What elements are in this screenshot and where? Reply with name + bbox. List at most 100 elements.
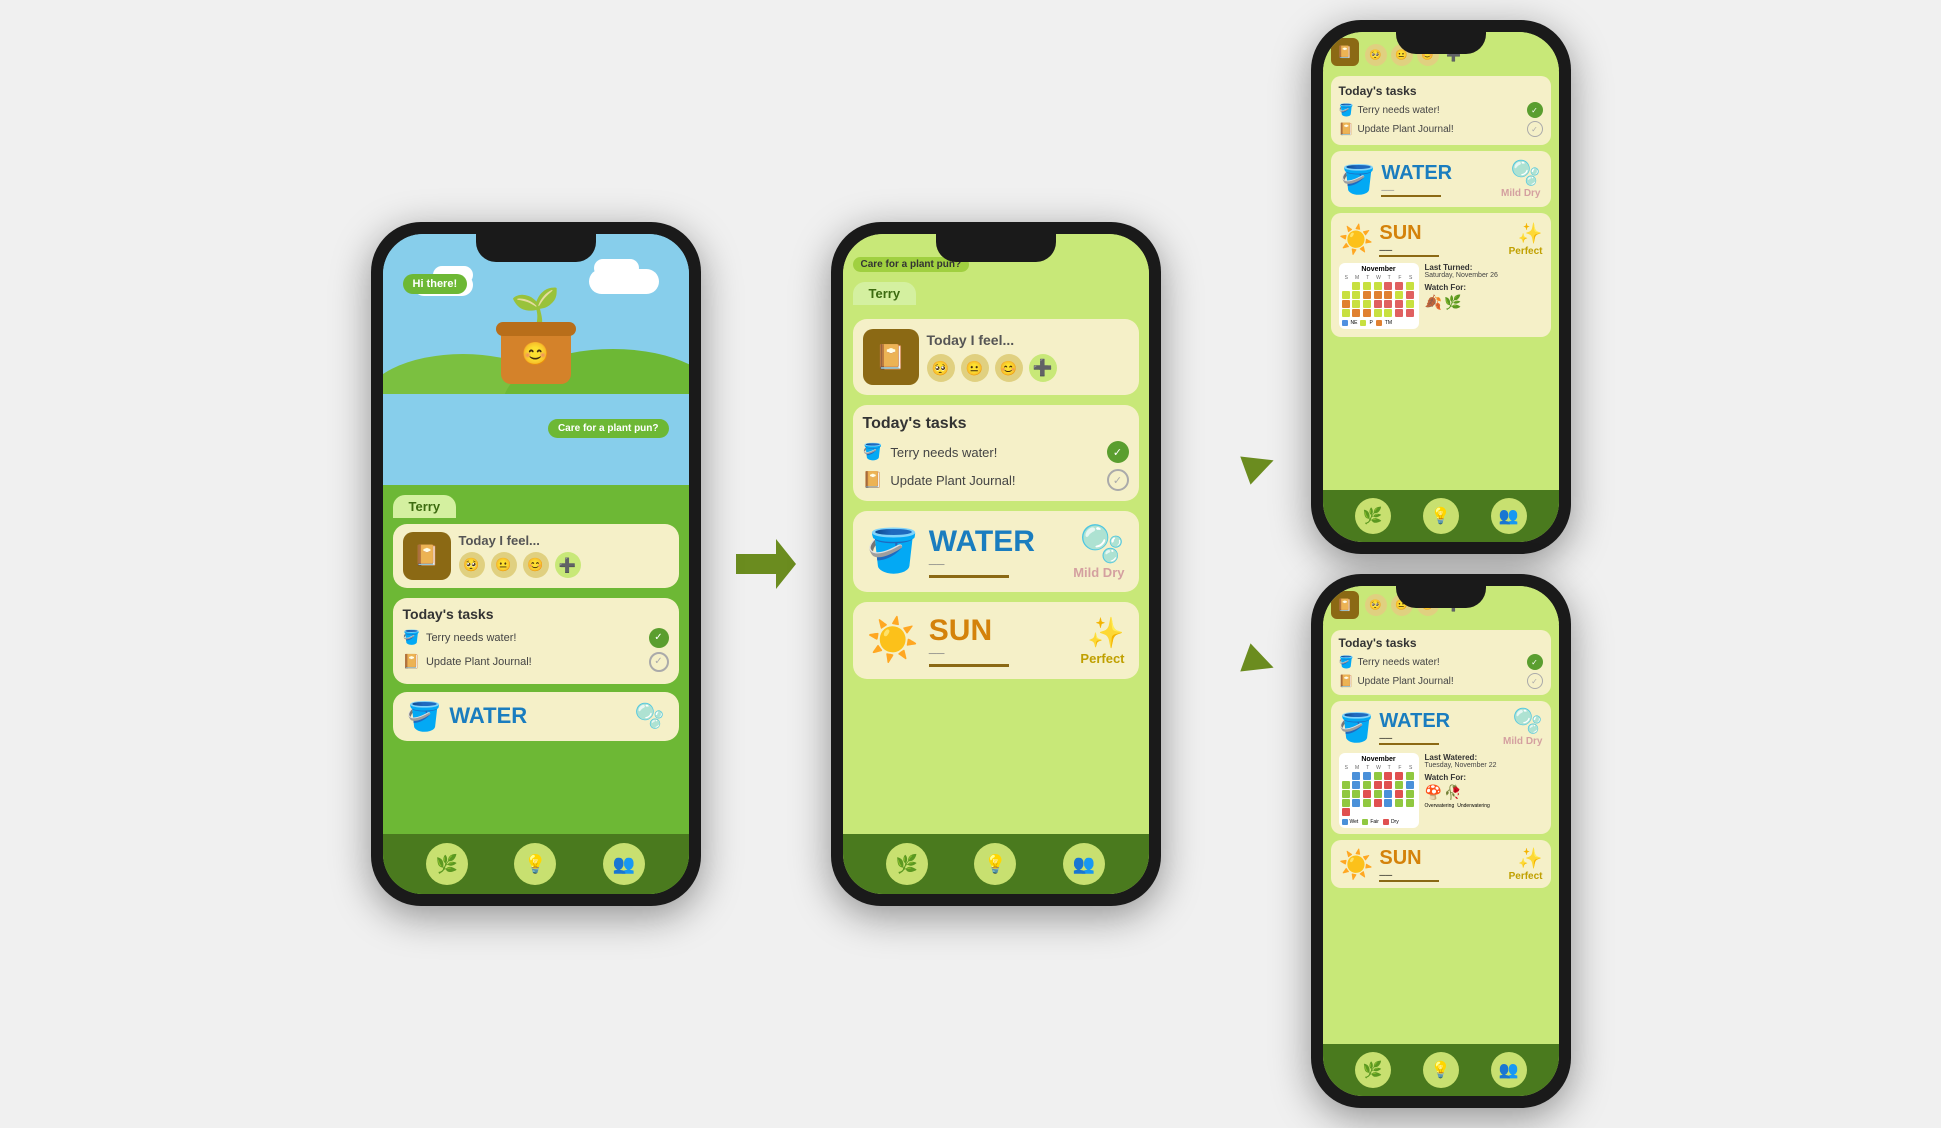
cal-c16 bbox=[1363, 300, 1371, 308]
mood-p2-1[interactable]: 🥺 bbox=[927, 354, 955, 382]
wcal-c16 bbox=[1363, 790, 1371, 798]
sun-header-p3: ☀️ SUN ── ✨ Perfect bbox=[1339, 221, 1543, 257]
nav-leaf-p4[interactable]: 🌿 bbox=[1355, 1052, 1391, 1088]
add-mood-p2[interactable]: ➕ bbox=[1029, 354, 1057, 382]
wcal-c25 bbox=[1384, 799, 1392, 807]
bottom-nav-2: 🌿 💡 👥 bbox=[843, 834, 1149, 894]
watering-can-icon: 🪣 bbox=[407, 700, 442, 733]
cal-c15 bbox=[1352, 300, 1360, 308]
water-right-p2: 🫧 Mild Dry bbox=[1073, 523, 1124, 580]
task1-p3[interactable]: 🪣 Terry needs water! ✓ bbox=[1339, 102, 1543, 118]
sun-right-p2: ✨ Perfect bbox=[1080, 616, 1124, 666]
task1-check-p2[interactable]: ✓ bbox=[1107, 441, 1129, 463]
water-card-p3[interactable]: 🪣 WATER ── 🫧 Mild Dry bbox=[1331, 151, 1551, 207]
water-cal-grid-p4: S M T W T F S bbox=[1342, 765, 1416, 816]
phone-3: 📔 🥺 😐 😊 ➕ Today's tasks bbox=[1311, 20, 1571, 554]
legend-p bbox=[1360, 320, 1366, 326]
nav-tip-p4[interactable]: 💡 bbox=[1423, 1052, 1459, 1088]
water-label: WATER bbox=[449, 703, 527, 729]
feel-card[interactable]: 📔 Today I feel... 🥺 😐 😊 ➕ bbox=[393, 524, 679, 588]
task2-check-p2[interactable]: ✓ bbox=[1107, 469, 1129, 491]
legend-wet-text: Wet bbox=[1350, 819, 1359, 825]
water-partial[interactable]: 🪣 WATER 🫧 bbox=[393, 692, 679, 741]
mood-ok[interactable]: 😐 bbox=[491, 552, 517, 578]
task-item-2[interactable]: 📔 Update Plant Journal! ✓ bbox=[403, 652, 669, 672]
task2-check-p4[interactable]: ✓ bbox=[1527, 673, 1543, 689]
task2-check-p3[interactable]: ✓ bbox=[1527, 121, 1543, 137]
mood-p4-1[interactable]: 🥺 bbox=[1365, 594, 1387, 616]
bottom-nav-3: 🌿 💡 👥 bbox=[1323, 490, 1559, 542]
feel-text: Today I feel... bbox=[459, 533, 581, 548]
add-mood[interactable]: ➕ bbox=[555, 552, 581, 578]
cal-c24 bbox=[1374, 309, 1382, 317]
sun-card-p2[interactable]: ☀️ SUN ── ✨ Perfect bbox=[853, 602, 1139, 679]
pot-rim bbox=[496, 322, 576, 336]
task2-check[interactable]: ✓ bbox=[649, 652, 669, 672]
sun-info-container-p3: SUN ── bbox=[1379, 222, 1502, 257]
watch-icon-2: 🌿 bbox=[1444, 294, 1461, 311]
overwater-icon: 🍄 bbox=[1425, 784, 1442, 801]
task1-p4[interactable]: 🪣 Terry needs water! ✓ bbox=[1339, 654, 1543, 670]
legend-fair-text: Fair bbox=[1370, 819, 1379, 825]
nav-leaf-p2[interactable]: 🌿 bbox=[886, 843, 928, 885]
task2-p4[interactable]: 📔 Update Plant Journal! ✓ bbox=[1339, 673, 1543, 689]
watering-can-p3: 🪣 bbox=[1341, 163, 1376, 196]
cal-c25 bbox=[1384, 309, 1392, 317]
nav-leaf[interactable]: 🌿 bbox=[426, 843, 468, 885]
nav-tip-p3[interactable]: 💡 bbox=[1423, 498, 1459, 534]
nav-community[interactable]: 👥 bbox=[603, 843, 645, 885]
sun-icon-p2: ☀️ bbox=[867, 616, 919, 665]
water-cal-section-p4: November S M T W T F S bbox=[1339, 753, 1543, 828]
wcal-c24 bbox=[1374, 799, 1382, 807]
task1-check-p4[interactable]: ✓ bbox=[1527, 654, 1543, 670]
task1-check-p3[interactable]: ✓ bbox=[1527, 102, 1543, 118]
watch-for-p4: Watch For: bbox=[1425, 773, 1543, 782]
water-expanded-p4[interactable]: 🪣 WATER ── 🫧 Mild Dry bbox=[1331, 701, 1551, 834]
tasks-p2: Today's tasks 🪣 Terry needs water! ✓ 📔 U… bbox=[853, 405, 1139, 501]
water-label-p4: WATER bbox=[1379, 710, 1497, 733]
sun-label-p2: SUN bbox=[929, 614, 1071, 648]
water-label-p3: WATER bbox=[1381, 162, 1495, 185]
task2-p3[interactable]: 📔 Update Plant Journal! ✓ bbox=[1339, 121, 1543, 137]
task1-check[interactable]: ✓ bbox=[649, 628, 669, 648]
cal-c20 bbox=[1406, 300, 1414, 308]
feel-content: Today I feel... 🥺 😐 😊 ➕ bbox=[927, 332, 1129, 382]
nav-community-p4[interactable]: 👥 bbox=[1491, 1052, 1527, 1088]
wcal-c11 bbox=[1384, 781, 1392, 789]
mood-sad[interactable]: 🥺 bbox=[459, 552, 485, 578]
phone3-content: Today's tasks 🪣 Terry needs water! ✓ 📔 U… bbox=[1323, 70, 1559, 490]
sun-expanded-p3[interactable]: ☀️ SUN ── ✨ Perfect bbox=[1331, 213, 1551, 337]
nav-tip-p2[interactable]: 💡 bbox=[974, 843, 1016, 885]
mood-happy[interactable]: 😊 bbox=[523, 552, 549, 578]
plant-legend-p4: Overwatering Underwatering bbox=[1425, 803, 1543, 809]
nav-leaf-p3[interactable]: 🌿 bbox=[1355, 498, 1391, 534]
notch-1 bbox=[476, 234, 596, 262]
water-card-p2[interactable]: 🪣 WATER ── 🫧 Mild Dry bbox=[853, 511, 1139, 592]
wcal-c6 bbox=[1406, 772, 1414, 780]
nav-tip[interactable]: 💡 bbox=[514, 843, 556, 885]
cal-c7 bbox=[1342, 291, 1350, 299]
task2-p2[interactable]: 📔 Update Plant Journal! ✓ bbox=[863, 469, 1129, 491]
mood-p3-1[interactable]: 🥺 bbox=[1365, 44, 1387, 66]
wcal-c28 bbox=[1342, 808, 1350, 816]
sun-card-p4[interactable]: ☀️ SUN ── ✨ Perfect bbox=[1331, 840, 1551, 888]
sun-label-p4: SUN bbox=[1379, 847, 1502, 870]
journal-task-icon: 📔 bbox=[403, 653, 420, 670]
sun-info-p2: SUN ── bbox=[929, 614, 1071, 667]
mood-p2-2[interactable]: 😐 bbox=[961, 354, 989, 382]
mood-p2-3[interactable]: 😊 bbox=[995, 354, 1023, 382]
legend-p-text: P bbox=[1369, 320, 1372, 326]
cal-grid-p3: S M T W T F S bbox=[1342, 275, 1416, 317]
phone4-bg: 📔 🥺 😐 😊 ➕ Today's tasks bbox=[1323, 586, 1559, 1096]
task1-p2[interactable]: 🪣 Terry needs water! ✓ bbox=[863, 441, 1129, 463]
task-item-1[interactable]: 🪣 Terry needs water! ✓ bbox=[403, 628, 669, 648]
pot-body: 😊 bbox=[501, 329, 571, 384]
wcal-c18 bbox=[1384, 790, 1392, 798]
nav-community-p2[interactable]: 👥 bbox=[1063, 843, 1105, 885]
wcal-c23 bbox=[1363, 799, 1371, 807]
legend-dry-text: Dry bbox=[1391, 819, 1399, 825]
nav-community-p3[interactable]: 👥 bbox=[1491, 498, 1527, 534]
water-drop: 🫧 bbox=[635, 702, 665, 731]
cal-day-mon: M bbox=[1352, 275, 1362, 281]
feel-card-p2[interactable]: 📔 Today I feel... 🥺 😐 😊 ➕ bbox=[853, 319, 1139, 395]
